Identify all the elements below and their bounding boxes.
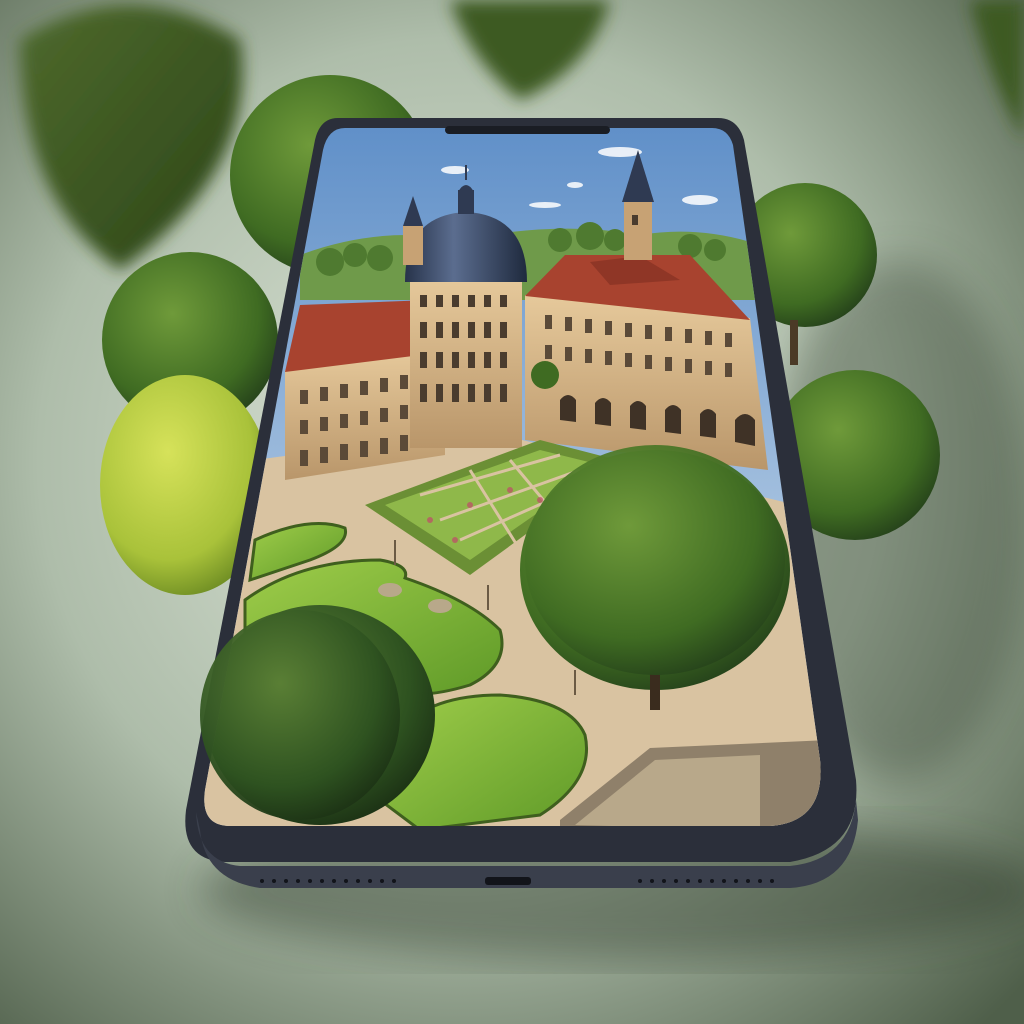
illustration bbox=[0, 0, 1024, 1024]
tree-trunk bbox=[790, 320, 798, 365]
phone-notch bbox=[445, 126, 610, 134]
scene bbox=[0, 0, 1024, 1024]
charging-port bbox=[485, 877, 531, 885]
